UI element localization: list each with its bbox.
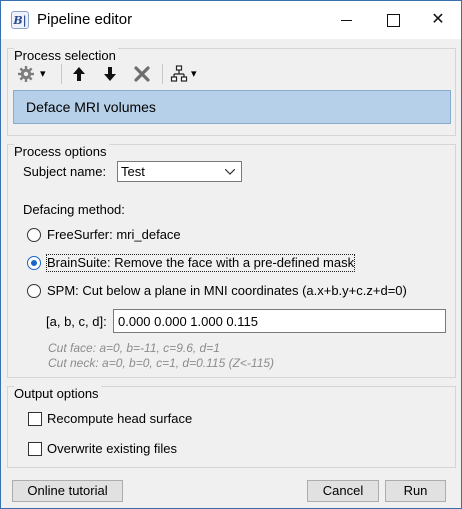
close-button[interactable]: ✕ bbox=[415, 1, 461, 39]
overwrite-files-label[interactable]: Overwrite existing files bbox=[47, 441, 177, 457]
radio-spm-label[interactable]: SPM: Cut below a plane in MNI coordinate… bbox=[47, 283, 407, 299]
pipeline-editor-window: B| Pipeline editor ✕ Process selection ▾… bbox=[0, 0, 462, 509]
radio-brainsuite[interactable] bbox=[27, 256, 41, 270]
abcd-coefficients-value: 0.000 0.000 1.000 0.115 bbox=[118, 314, 258, 329]
gear-icon bbox=[18, 66, 34, 82]
toolbar-separator bbox=[162, 64, 163, 84]
title-bar[interactable]: B| Pipeline editor ✕ bbox=[1, 1, 461, 39]
radio-spm[interactable] bbox=[27, 284, 41, 298]
recompute-head-surface-label[interactable]: Recompute head surface bbox=[47, 411, 192, 427]
hint-cut-neck: Cut neck: a=0, b=0, c=1, d=0.115 (Z<-115… bbox=[48, 356, 275, 370]
output-options-title: Output options bbox=[14, 386, 101, 401]
cancel-button[interactable]: Cancel bbox=[307, 480, 379, 502]
defacing-method-label: Defacing method: bbox=[23, 202, 125, 217]
maximize-button[interactable] bbox=[369, 1, 415, 39]
arrow-up-icon bbox=[73, 67, 85, 81]
pipeline-menu-button[interactable]: ▾ bbox=[168, 63, 204, 85]
radio-freesurfer[interactable] bbox=[27, 228, 41, 242]
chevron-down-icon: ▾ bbox=[40, 68, 46, 80]
radio-brainsuite-label[interactable]: BrainSuite: Remove the face with a pre-d… bbox=[45, 254, 356, 272]
process-toolbar: ▾ ▾ bbox=[11, 61, 451, 87]
radio-freesurfer-label[interactable]: FreeSurfer: mri_deface bbox=[47, 227, 181, 243]
delete-process-button[interactable] bbox=[131, 63, 153, 85]
run-button[interactable]: Run bbox=[385, 480, 446, 502]
toolbar-separator bbox=[61, 64, 62, 84]
minimize-button[interactable] bbox=[323, 1, 369, 39]
overwrite-files-checkbox[interactable] bbox=[28, 442, 42, 456]
abcd-coefficients-input[interactable]: 0.000 0.000 1.000 0.115 bbox=[113, 309, 446, 333]
move-up-button[interactable] bbox=[68, 63, 90, 85]
app-icon: B| bbox=[11, 11, 29, 29]
online-tutorial-button[interactable]: Online tutorial bbox=[12, 480, 123, 502]
tree-icon bbox=[170, 65, 188, 82]
add-process-button[interactable]: ▾ bbox=[13, 63, 53, 85]
process-item-label: Deface MRI volumes bbox=[26, 99, 156, 115]
subject-name-label: Subject name: bbox=[23, 164, 107, 179]
window-title: Pipeline editor bbox=[37, 11, 133, 28]
chevron-down-icon bbox=[225, 169, 235, 175]
subject-name-value: Test bbox=[121, 164, 145, 179]
recompute-head-surface-checkbox[interactable] bbox=[28, 412, 42, 426]
process-list-item[interactable]: Deface MRI volumes bbox=[13, 90, 451, 124]
delete-x-icon bbox=[134, 66, 150, 82]
arrow-down-icon bbox=[104, 67, 116, 81]
hint-cut-face: Cut face: a=0, b=-11, c=9.6, d=1 bbox=[48, 341, 220, 355]
move-down-button[interactable] bbox=[99, 63, 121, 85]
abcd-label: [a, b, c, d]: bbox=[46, 314, 107, 329]
process-options-title: Process options bbox=[14, 144, 109, 159]
chevron-down-icon: ▾ bbox=[191, 68, 197, 80]
close-icon: ✕ bbox=[431, 11, 445, 28]
subject-name-select[interactable]: Test bbox=[117, 161, 242, 182]
